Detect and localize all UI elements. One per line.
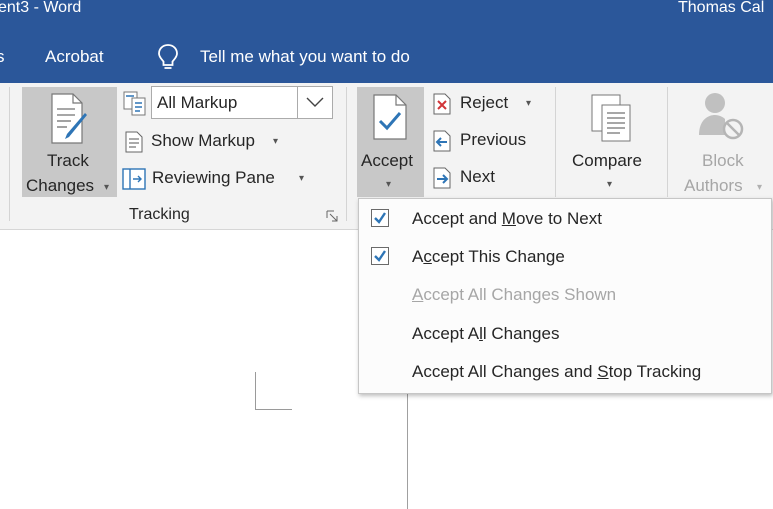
chevron-down-icon [306,97,324,107]
block-authors-icon [699,93,744,140]
accept-button[interactable]: Accept ▾ [357,87,424,197]
group-separator [346,87,347,221]
chevron-down-icon: ▾ [607,179,613,190]
group-separator [9,87,10,221]
markup-display-value: All Markup [157,93,238,112]
chevron-down-icon: ▾ [386,179,392,190]
chevron-down-icon: ▾ [757,182,763,193]
menu-item-label: Accept This Change [412,247,565,266]
chevron-down-icon: ▾ [299,173,305,184]
previous-change-icon [433,130,451,152]
next-change-icon [433,167,451,189]
reviewing-pane-button[interactable]: Reviewing Pane ▾ [121,165,321,193]
tracking-group-label: Tracking [129,206,190,223]
tell-me-search[interactable]: Tell me what you want to do [200,47,410,67]
lightbulb-icon[interactable] [157,43,179,71]
reject-button[interactable]: Reject ▾ [430,91,548,119]
previous-label: Previous [460,130,527,149]
menu-item-accept-all-changes[interactable]: Accept All Changes [359,315,771,353]
next-change-button[interactable]: Next [430,165,548,193]
accept-icon [373,94,407,140]
track-changes-label-1: Track [47,151,89,170]
menu-item-accept-this-change[interactable]: Accept This Change [359,238,771,276]
chevron-down-icon: ▾ [273,136,279,147]
compare-button[interactable]: Compare ▾ [562,87,660,197]
menu-item-label: Accept All Changes and Stop Tracking [412,362,702,381]
markup-dropdown-button[interactable] [297,87,332,118]
compare-icon [591,94,631,142]
reject-label: Reject [460,93,509,112]
accept-dropdown-menu: Accept and Move to Next Accept This Chan… [358,198,772,394]
show-markup-icon [125,131,143,153]
checkmark-icon [371,209,389,227]
accept-label: Accept [361,151,413,170]
tab-partial[interactable]: s [0,47,5,67]
title-bar: ent3 - Word Thomas Cal [0,0,773,30]
block-authors-label-2: Authors [684,176,743,195]
compare-label: Compare [572,151,642,170]
block-authors-button[interactable]: Block Authors ▾ [675,87,773,197]
menu-item-label: Accept All Changes Shown [412,285,617,304]
reject-icon [433,93,451,115]
user-name[interactable]: Thomas Cal [678,0,764,16]
chevron-down-icon: ▾ [526,98,532,109]
group-separator [555,87,556,197]
chevron-down-icon: ▾ [104,182,110,193]
group-separator [667,87,668,197]
track-changes-icon [51,93,87,144]
show-markup-button[interactable]: Show Markup ▾ [121,128,291,156]
next-label: Next [460,167,495,186]
reviewing-pane-label: Reviewing Pane [152,168,275,187]
window-title: ent3 - Word [0,0,82,16]
track-changes-button[interactable]: Track Changes ▾ [22,87,117,197]
menu-item-accept-all-changes-shown: Accept All Changes Shown [359,276,771,314]
block-authors-label-1: Block [702,151,744,170]
menu-item-label: Accept All Changes [412,324,560,343]
markup-display-icon [123,91,146,116]
tab-acrobat[interactable]: Acrobat [45,47,104,67]
show-markup-label: Show Markup [151,131,255,150]
checkmark-icon [371,247,389,265]
page-margin-corner-mark [255,372,292,410]
reviewing-pane-icon [122,168,146,190]
menu-item-accept-all-and-stop-tracking[interactable]: Accept All Changes and Stop Tracking [359,353,771,391]
markup-display-select[interactable]: All Markup [151,86,333,119]
menu-item-accept-and-move-to-next[interactable]: Accept and Move to Next [359,200,771,238]
previous-change-button[interactable]: Previous [430,128,548,156]
menu-item-label: Accept and Move to Next [412,209,602,228]
dialog-launcher-icon[interactable] [326,210,338,222]
ribbon-tab-bar: s Acrobat Tell me what you want to do [0,30,773,83]
track-changes-label-2: Changes [26,176,95,195]
